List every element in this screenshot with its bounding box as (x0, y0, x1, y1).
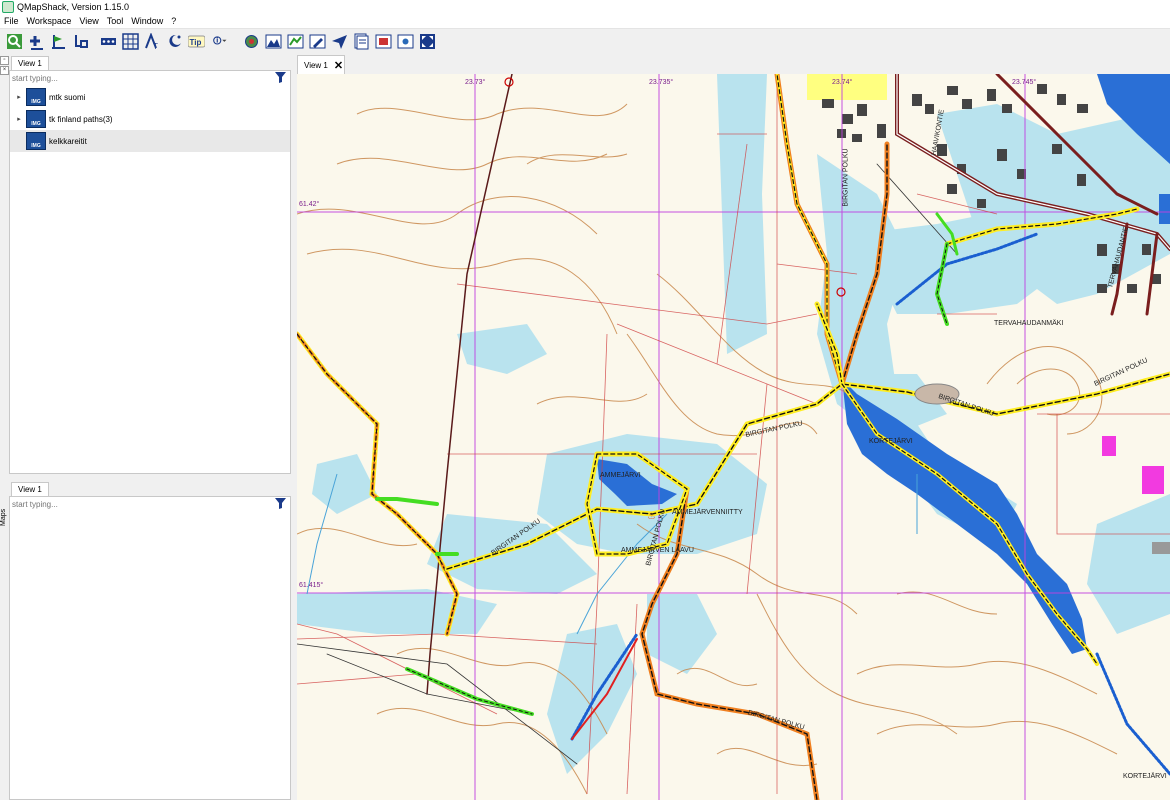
dem-panel-tab[interactable]: View 1 (11, 482, 49, 497)
maps-panel-body: ▸ IMG mtk suomi ▸ IMG tk finland paths(3… (9, 70, 291, 474)
list-item[interactable]: IMG kelkkareitit (10, 130, 290, 152)
topo-map: ♨ (297, 74, 1170, 800)
ruler-icon[interactable] (99, 32, 118, 51)
svg-text:Tip: Tip (190, 38, 202, 47)
menu-workspace[interactable]: Workspace (23, 16, 76, 26)
coord-label: 61.42° (299, 201, 320, 208)
map-view-tab-label: View 1 (304, 60, 328, 70)
img-map-icon: IMG (26, 88, 46, 106)
img-map-icon: IMG (26, 132, 46, 150)
add-waypoint-icon[interactable] (27, 32, 46, 51)
send-icon[interactable] (330, 32, 349, 51)
list-item[interactable]: ▸ IMG mtk suomi (10, 86, 290, 108)
search-icon[interactable] (5, 32, 24, 51)
map-tab-bar: View 1 ✕ (297, 53, 1170, 74)
title-bar: QMapShack, Version 1.15.0 (0, 0, 1170, 14)
coord-label: 23.73° (465, 79, 486, 86)
filter-icon[interactable] (275, 72, 286, 83)
maps-filter-input[interactable] (11, 72, 275, 84)
img-map-icon: IMG (26, 110, 46, 128)
maps-list: ▸ IMG mtk suomi ▸ IMG tk finland paths(3… (10, 86, 290, 152)
tooltip-icon[interactable]: Tip (187, 32, 206, 51)
dock-strip: ▫ × Maps (0, 53, 9, 800)
map-view-tab[interactable]: View 1 ✕ (297, 55, 345, 74)
dem-icon[interactable] (242, 32, 261, 51)
menu-help[interactable]: ? (167, 16, 180, 26)
text-tool-icon[interactable]: T (143, 32, 162, 51)
workspace-icon[interactable] (352, 32, 371, 51)
toolbar: T Tip (0, 29, 1170, 53)
menu-window[interactable]: Window (127, 16, 167, 26)
snapshot-icon[interactable] (374, 32, 393, 51)
coord-label: 23.745° (1012, 79, 1037, 86)
place-label: AMMEJÄRVI (600, 472, 641, 479)
fullscreen-icon[interactable] (418, 32, 437, 51)
dock-close-icon[interactable]: × (0, 66, 9, 75)
dem-filter-input[interactable] (11, 498, 275, 510)
map-item-label: tk finland paths(3) (49, 114, 113, 124)
map-canvas[interactable]: ♨ 23.73° 23.735° 23.74° 23.745° 61.42° 6… (297, 74, 1170, 800)
filter-icon[interactable] (275, 498, 286, 509)
place-label: KORTEJÄRVI (869, 438, 913, 445)
close-icon[interactable]: ✕ (334, 59, 343, 72)
map-item-label: kelkkareitit (49, 136, 87, 146)
app-icon (2, 1, 14, 13)
edit-icon[interactable] (308, 32, 327, 51)
track-icon[interactable] (71, 32, 90, 51)
maps-panel-tab[interactable]: View 1 (11, 56, 49, 71)
coord-label: 61.415° (299, 582, 324, 589)
menu-bar: File Workspace View Tool Window ? (0, 14, 1170, 29)
svg-text:♨: ♨ (647, 511, 656, 522)
map-item-label: mtk suomi (49, 92, 86, 102)
map-icon[interactable] (264, 32, 283, 51)
menu-view[interactable]: View (75, 16, 102, 26)
window-title: QMapShack, Version 1.15.0 (17, 2, 130, 12)
grid-icon[interactable] (121, 32, 140, 51)
trail-label: BIRGITAN POLKU (842, 148, 850, 207)
dem-panel-body (9, 496, 291, 800)
night-mode-icon[interactable] (165, 32, 184, 51)
menu-tool[interactable]: Tool (103, 16, 128, 26)
expand-arrow-icon[interactable]: ▸ (14, 115, 24, 123)
place-label: AMMEJÄRVEN LAAVU (621, 547, 694, 554)
route-icon[interactable] (49, 32, 68, 51)
list-item[interactable]: ▸ IMG tk finland paths(3) (10, 108, 290, 130)
info-icon[interactable] (209, 32, 233, 51)
dock-label: Maps (0, 508, 7, 526)
place-label: KORTEJÄRVI (1123, 773, 1167, 780)
profile-icon[interactable] (286, 32, 305, 51)
maps-panel: View 1 ▸ IMG mtk suomi ▸ IMG tk finland … (9, 56, 291, 474)
dem-panel: View 1 (9, 482, 291, 800)
coord-label: 23.735° (649, 79, 674, 86)
dock-float-icon[interactable]: ▫ (0, 56, 9, 65)
expand-arrow-icon[interactable]: ▸ (14, 93, 24, 101)
coord-label: 23.74° (832, 79, 853, 86)
place-label: AMMEJÄRVENNIITTY (672, 509, 743, 516)
svg-text:T: T (153, 42, 158, 50)
place-label: TERVAHAUDANMÄKI (994, 320, 1064, 327)
print-icon[interactable] (396, 32, 415, 51)
menu-file[interactable]: File (0, 16, 23, 26)
